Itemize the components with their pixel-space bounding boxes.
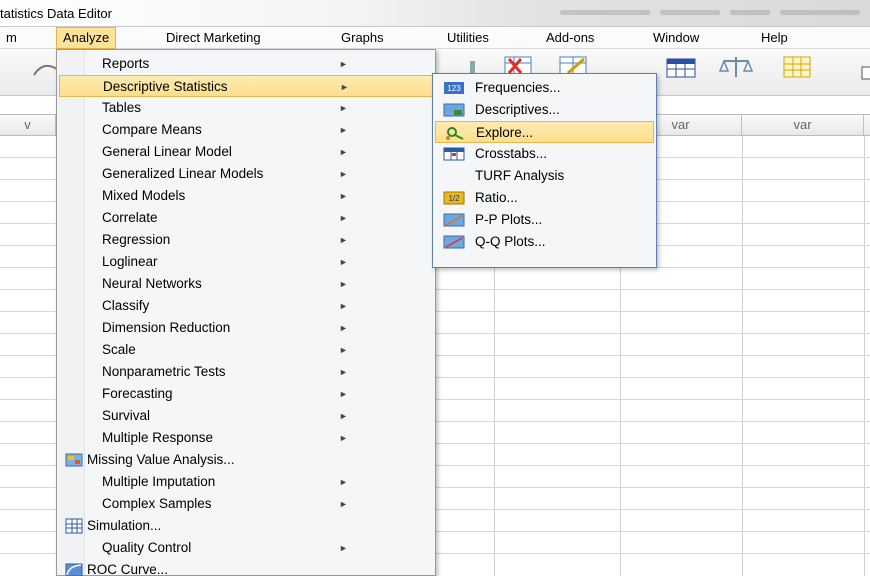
submenu-arrow-icon: ►: [339, 191, 348, 201]
menu-item-descriptive-statistics[interactable]: Descriptive Statistics ►: [59, 75, 433, 97]
submenu-arrow-icon: ►: [339, 59, 348, 69]
descriptives-icon: [443, 103, 465, 117]
ratio-icon: 1/2: [443, 191, 465, 205]
menu-item-mixed-models[interactable]: Mixed Models ►: [59, 185, 433, 207]
submenu-item-qq-plots[interactable]: Q-Q Plots...: [435, 231, 654, 253]
menu-utilities[interactable]: Utilities: [441, 27, 495, 49]
menu-item-tables[interactable]: Tables ►: [59, 97, 433, 119]
frequencies-icon: 123: [444, 82, 464, 94]
submenu-arrow-icon: ►: [339, 301, 348, 311]
submenu-arrow-icon: ►: [339, 433, 348, 443]
submenu-item-ratio[interactable]: 1/2 Ratio...: [435, 187, 654, 209]
use-sets-icon[interactable]: [848, 53, 870, 81]
submenu-arrow-icon: ►: [339, 323, 348, 333]
submenu-arrow-icon: ►: [339, 279, 348, 289]
missing-value-icon: [65, 453, 83, 467]
menu-item-multiple-imputation[interactable]: Multiple Imputation ►: [59, 471, 433, 493]
submenu-arrow-icon: ►: [339, 499, 348, 509]
weight-cases-icon[interactable]: [718, 53, 754, 81]
menu-item-dimension-reduction[interactable]: Dimension Reduction ►: [59, 317, 433, 339]
menu-item-quality-control[interactable]: Quality Control ►: [59, 537, 433, 559]
submenu-item-crosstabs[interactable]: Crosstabs...: [435, 143, 654, 165]
menu-item-generalized-linear-models[interactable]: Generalized Linear Models ►: [59, 163, 433, 185]
menu-analyze[interactable]: Analyze: [56, 27, 117, 49]
submenu-item-turf-analysis[interactable]: TURF Analysis: [435, 165, 654, 187]
column-header[interactable]: var: [742, 115, 864, 135]
value-labels-icon[interactable]: [778, 53, 814, 81]
menu-item-missing-value-analysis[interactable]: Missing Value Analysis...: [59, 449, 433, 471]
menu-graphs[interactable]: Graphs: [335, 27, 390, 49]
menu-item-loglinear[interactable]: Loglinear ►: [59, 251, 433, 273]
submenu-arrow-icon: ►: [339, 169, 348, 179]
analyze-menu: Reports ► Descriptive Statistics ► Table…: [56, 49, 436, 576]
submenu-arrow-icon: ►: [339, 147, 348, 157]
pp-plots-icon: [443, 213, 465, 227]
menu-item-complex-samples[interactable]: Complex Samples ►: [59, 493, 433, 515]
submenu-item-pp-plots[interactable]: P-P Plots...: [435, 209, 654, 231]
menu-item-forecasting[interactable]: Forecasting ►: [59, 383, 433, 405]
submenu-arrow-icon: ►: [339, 411, 348, 421]
crosstabs-icon: [443, 147, 465, 161]
simulation-icon: [65, 518, 83, 534]
menu-add-ons[interactable]: Add-ons: [540, 27, 600, 49]
qq-plots-icon: [443, 235, 465, 249]
column-header[interactable]: v: [0, 115, 56, 135]
submenu-arrow-icon: ►: [339, 213, 348, 223]
menu-item-correlate[interactable]: Correlate ►: [59, 207, 433, 229]
menu-item-scale[interactable]: Scale ►: [59, 339, 433, 361]
menu-item-roc-curve[interactable]: ROC Curve...: [59, 559, 433, 576]
submenu-arrow-icon: ►: [339, 257, 348, 267]
svg-text:123: 123: [447, 84, 461, 93]
menu-item-reports[interactable]: Reports ►: [59, 53, 433, 75]
menu-item-simulation[interactable]: Simulation...: [59, 515, 433, 537]
explore-icon: [446, 127, 464, 140]
submenu-item-descriptives[interactable]: Descriptives...: [435, 99, 654, 121]
submenu-arrow-icon: ►: [339, 125, 348, 135]
roc-curve-icon: [65, 563, 83, 576]
menu-item-neural-networks[interactable]: Neural Networks ►: [59, 273, 433, 295]
submenu-item-explore[interactable]: Explore...: [435, 121, 654, 143]
submenu-arrow-icon: ►: [339, 367, 348, 377]
submenu-arrow-icon: ►: [339, 389, 348, 399]
svg-text:1/2: 1/2: [448, 194, 460, 203]
descriptive-statistics-submenu: 123 Frequencies... Descriptives... Explo…: [432, 73, 657, 268]
submenu-arrow-icon: ►: [340, 82, 349, 92]
submenu-arrow-icon: ►: [339, 477, 348, 487]
menu-item-multiple-response[interactable]: Multiple Response ►: [59, 427, 433, 449]
menu-transform[interactable]: m: [0, 27, 23, 49]
submenu-arrow-icon: ►: [339, 235, 348, 245]
menu-item-classify[interactable]: Classify ►: [59, 295, 433, 317]
menu-direct-marketing[interactable]: Direct Marketing: [160, 27, 267, 49]
menu-item-nonparametric-tests[interactable]: Nonparametric Tests ►: [59, 361, 433, 383]
menu-item-compare-means[interactable]: Compare Means ►: [59, 119, 433, 141]
menu-window[interactable]: Window: [647, 27, 705, 49]
menu-item-survival[interactable]: Survival ►: [59, 405, 433, 427]
submenu-arrow-icon: ►: [339, 543, 348, 553]
submenu-arrow-icon: ►: [339, 345, 348, 355]
title-bar: tatistics Data Editor: [0, 0, 870, 27]
menu-item-general-linear-model[interactable]: General Linear Model ►: [59, 141, 433, 163]
menu-help[interactable]: Help: [755, 27, 794, 49]
menu-bar: m Analyze Direct Marketing Graphs Utilit…: [0, 27, 870, 49]
submenu-arrow-icon: ►: [339, 103, 348, 113]
data-view-icon[interactable]: [663, 53, 699, 81]
window-title: tatistics Data Editor: [0, 6, 112, 21]
menu-item-regression[interactable]: Regression ►: [59, 229, 433, 251]
submenu-item-frequencies[interactable]: 123 Frequencies...: [435, 77, 654, 99]
